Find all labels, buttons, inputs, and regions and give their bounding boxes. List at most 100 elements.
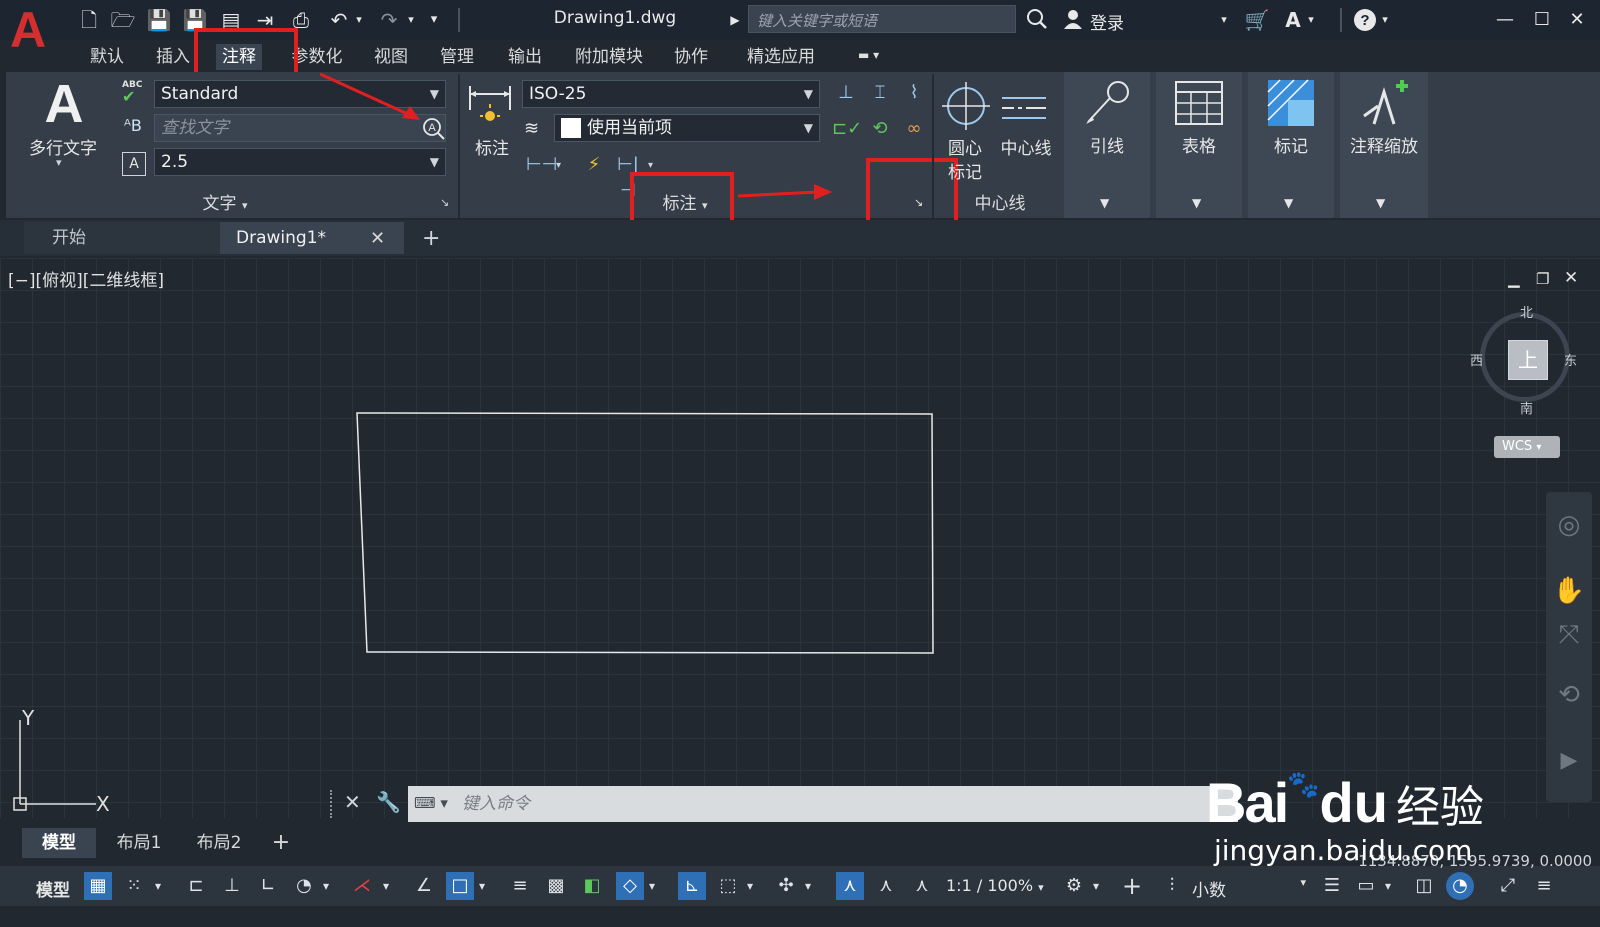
viewport-minimize-icon[interactable]: ▁: [1508, 270, 1526, 288]
tab-layout1[interactable]: 布局1: [100, 828, 178, 858]
auto-scale-icon[interactable]: ⋏: [872, 872, 900, 900]
viewcube-west[interactable]: 西: [1470, 350, 1483, 369]
steering-wheel-icon[interactable]: ◎: [1552, 510, 1586, 544]
chevron-down-icon[interactable]: ▾: [1380, 872, 1396, 900]
search-icon[interactable]: [1024, 8, 1050, 32]
login-label[interactable]: 登录: [1090, 9, 1124, 34]
new-file-icon[interactable]: 🗋: [76, 8, 102, 32]
showmotion-icon[interactable]: ▶: [1552, 748, 1586, 782]
tab-insert[interactable]: 插入: [150, 44, 196, 70]
viewport-close-icon[interactable]: ✕: [1564, 268, 1582, 288]
text-panel-title[interactable]: 文字 ▾: [170, 192, 280, 216]
center-mark-icon[interactable]: [942, 82, 990, 130]
clean-screen-icon[interactable]: ⤢: [1494, 872, 1522, 900]
isometric-icon[interactable]: ⋌: [348, 872, 376, 900]
reassociate-icon[interactable]: ∞: [900, 116, 928, 142]
units-select[interactable]: 小数 ▾: [1192, 876, 1306, 901]
chevron-down-icon[interactable]: ▾: [644, 872, 660, 900]
redo-icon[interactable]: ↷: [376, 8, 402, 32]
lineweight-icon[interactable]: ≡: [506, 872, 534, 900]
a360-dropdown-icon[interactable]: ▾: [1304, 8, 1318, 32]
viewcube-top-face[interactable]: 上: [1508, 340, 1548, 380]
quick-properties-icon[interactable]: ☰: [1318, 872, 1346, 900]
viewcube-north[interactable]: 北: [1520, 302, 1533, 321]
chevron-down-icon[interactable]: ▾: [318, 872, 334, 900]
viewcube-east[interactable]: 东: [1564, 350, 1577, 369]
tab-layout2[interactable]: 布局2: [180, 828, 258, 858]
ribbon-minimize-icon[interactable]: ▬ ▾: [858, 48, 894, 66]
selection-cycling-icon[interactable]: ◧: [578, 872, 606, 900]
gizmo-icon[interactable]: ✣: [772, 872, 800, 900]
chevron-down-icon[interactable]: ▾: [800, 872, 816, 900]
dynamic-ucs-icon[interactable]: ⊾: [678, 872, 706, 900]
centerline-label[interactable]: 中心线: [996, 134, 1056, 159]
redo-dropdown-icon[interactable]: ▾: [404, 8, 418, 32]
tab-addins[interactable]: 附加模块: [568, 44, 650, 70]
login-dropdown-icon[interactable]: ▾: [1216, 8, 1232, 32]
customize-qat-icon[interactable]: ▾: [424, 8, 444, 32]
units-icon[interactable]: ⫶: [1158, 872, 1186, 900]
mtext-dropdown-icon[interactable]: ▾: [56, 156, 68, 169]
chevron-down-icon[interactable]: ▾: [378, 872, 394, 900]
baseline-dim-icon[interactable]: ⌶: [866, 80, 894, 106]
user-icon[interactable]: [1060, 8, 1086, 32]
pan-hand-icon[interactable]: ✋: [1552, 576, 1586, 610]
new-tab-icon[interactable]: +: [422, 226, 444, 251]
tab-manage[interactable]: 管理: [434, 44, 480, 70]
add-layout-icon[interactable]: +: [268, 828, 294, 858]
hardware-acceleration-icon[interactable]: ◔: [1446, 872, 1474, 900]
help-dropdown-icon[interactable]: ▾: [1378, 8, 1392, 32]
command-grip[interactable]: [330, 790, 334, 818]
isolate-objects-icon[interactable]: ◫: [1410, 872, 1438, 900]
wcs-menu[interactable]: WCS ▾: [1494, 436, 1560, 458]
update-dim-icon[interactable]: ⟲: [866, 116, 894, 142]
tab-collaborate[interactable]: 协作: [668, 44, 714, 70]
ortho-icon[interactable]: ∟: [254, 872, 282, 900]
tab-output[interactable]: 输出: [502, 44, 548, 70]
center-mark-label-2[interactable]: 标记: [940, 158, 990, 183]
centerline-icon[interactable]: [1000, 88, 1048, 128]
viewcube-south[interactable]: 南: [1520, 398, 1533, 417]
center-mark-label[interactable]: 圆心: [940, 134, 990, 159]
tab-featured-apps[interactable]: 精选应用: [738, 44, 824, 70]
close-tab-icon[interactable]: ✕: [370, 228, 390, 249]
customization-menu-icon[interactable]: ≡: [1530, 872, 1558, 900]
infer-constraints-icon[interactable]: ⊏: [182, 872, 210, 900]
annotation-scale-status-icon[interactable]: ⋏: [908, 872, 936, 900]
spell-check-icon[interactable]: ABC ✔: [122, 80, 150, 110]
tab-start[interactable]: 开始: [24, 222, 220, 254]
search-input[interactable]: 键入关键字或短语: [748, 5, 1016, 33]
close-icon[interactable]: ✕: [1562, 6, 1592, 34]
save-icon[interactable]: 💾: [146, 8, 172, 32]
chevron-down-icon[interactable]: ▾: [1088, 872, 1104, 900]
orbit-icon[interactable]: ⟲: [1552, 680, 1586, 714]
help-icon[interactable]: ?: [1352, 8, 1378, 32]
tab-model[interactable]: 模型: [22, 828, 96, 858]
annotation-visibility-icon[interactable]: ⋏: [836, 872, 864, 900]
chevron-down-icon[interactable]: ▾: [474, 872, 490, 900]
drawn-quadrilateral[interactable]: [340, 396, 940, 666]
viewport-label[interactable]: [−][俯视][二维线框]: [8, 266, 164, 291]
tab-default[interactable]: 默认: [84, 44, 130, 70]
chevron-right-icon[interactable]: ▶: [726, 8, 744, 32]
viewport-restore-icon[interactable]: ❐: [1536, 270, 1554, 288]
mtext-icon[interactable]: A: [38, 76, 90, 132]
maximize-icon[interactable]: ☐: [1527, 6, 1557, 34]
chevron-down-icon[interactable]: ▼: [1284, 196, 1298, 210]
grid-icon[interactable]: ▦: [84, 872, 112, 900]
find-text-icon[interactable]: ᴬB: [124, 116, 150, 142]
autocad-logo-icon[interactable]: A: [10, 5, 54, 55]
command-input[interactable]: 键入命令: [408, 786, 1238, 822]
annotation-scale-value[interactable]: 1:1 / 100% ▾: [946, 876, 1044, 895]
undo-dropdown-icon[interactable]: ▾: [352, 8, 366, 32]
lock-ui-icon[interactable]: ▭: [1352, 872, 1380, 900]
minimize-icon[interactable]: —: [1490, 6, 1520, 34]
plus-icon[interactable]: +: [1118, 872, 1146, 900]
open-file-icon[interactable]: 🗁: [110, 8, 136, 32]
command-customize-icon[interactable]: 🔧: [376, 790, 402, 818]
chevron-down-icon[interactable]: ▼: [1192, 196, 1206, 210]
dim-jog-icon[interactable]: ⌇: [900, 80, 928, 106]
undo-icon[interactable]: ↶: [326, 8, 352, 32]
zoom-extents-icon[interactable]: ⤧: [1552, 620, 1586, 654]
polar-tracking-icon[interactable]: ◔: [290, 872, 318, 900]
